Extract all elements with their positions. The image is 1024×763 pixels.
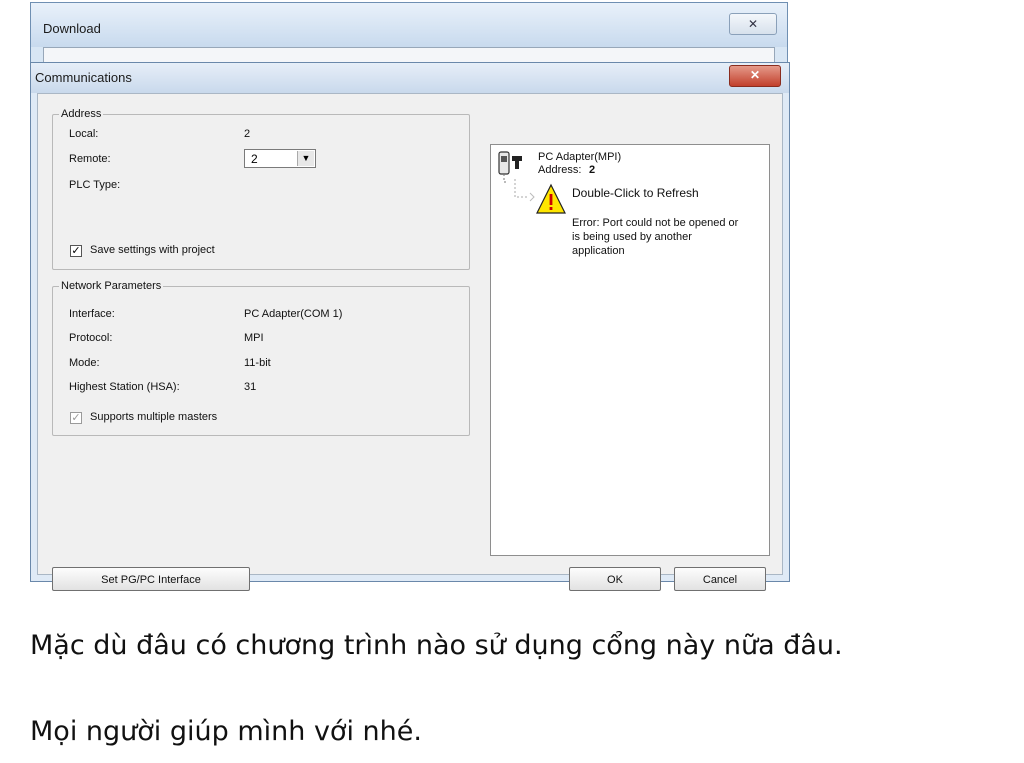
network-legend: Network Parameters	[61, 280, 162, 292]
plc-type-label: PLC Type:	[69, 179, 121, 191]
dialog-client-area: Address Local: 2 Remote: 2 ▼ PLC Type: ✓…	[37, 93, 783, 591]
caption-line-2: Mọi người giúp mình với nhé.	[30, 716, 422, 747]
multiple-masters-checkbox: ✓	[70, 412, 82, 424]
error-line-1: Error: Port could not be opened or	[572, 217, 739, 229]
hsa-label: Highest Station (HSA):	[69, 381, 180, 393]
cancel-button[interactable]: Cancel	[674, 567, 766, 591]
mode-label: Mode:	[69, 357, 100, 369]
save-settings-label: Save settings with project	[90, 244, 215, 256]
set-pg-pc-interface-button[interactable]: Set PG/PC Interface	[52, 567, 250, 591]
adapter-address-value: 2	[589, 164, 596, 176]
error-line-3: application	[572, 245, 625, 257]
protocol-value: MPI	[244, 332, 264, 344]
address-legend: Address	[61, 108, 102, 120]
communications-title: Communications	[35, 70, 132, 85]
interface-label: Interface:	[69, 308, 115, 320]
protocol-label: Protocol:	[69, 332, 113, 344]
remote-label: Remote:	[69, 153, 111, 165]
save-settings-checkbox[interactable]: ✓	[70, 245, 82, 257]
remote-value: 2	[251, 152, 258, 166]
remote-dropdown[interactable]: 2 ▼	[244, 149, 316, 168]
communications-titlebar: Communications ✕	[31, 63, 789, 93]
interface-value: PC Adapter(COM 1)	[244, 308, 343, 320]
ok-button[interactable]: OK	[569, 567, 661, 591]
multiple-masters-label: Supports multiple masters	[90, 411, 218, 423]
communications-close-button[interactable]: ✕	[729, 65, 781, 87]
local-label: Local:	[69, 128, 99, 140]
warning-icon	[514, 179, 566, 214]
adapter-address-label: Address:	[538, 164, 582, 176]
local-value: 2	[244, 128, 251, 140]
hsa-value: 31	[244, 381, 257, 393]
chevron-down-icon[interactable]: ▼	[297, 151, 314, 166]
error-line-2: is being used by another	[572, 231, 692, 243]
communication-tree[interactable]: PC Adapter(MPI) Address: 2 Double-Click …	[490, 144, 770, 556]
download-titlebar: Download ✕	[31, 3, 787, 47]
refresh-hint[interactable]: Double-Click to Refresh	[572, 186, 699, 200]
caption-line-1: Mặc dù đâu có chương trình nào sử dụng c…	[30, 630, 843, 661]
download-title: Download	[43, 21, 101, 36]
communications-dialog: Communications ✕ Address Local: 2 Remote…	[30, 62, 790, 591]
mode-value: 11-bit	[244, 357, 271, 369]
adapter-name: PC Adapter(MPI)	[538, 151, 622, 163]
download-close-button[interactable]: ✕	[729, 13, 777, 35]
